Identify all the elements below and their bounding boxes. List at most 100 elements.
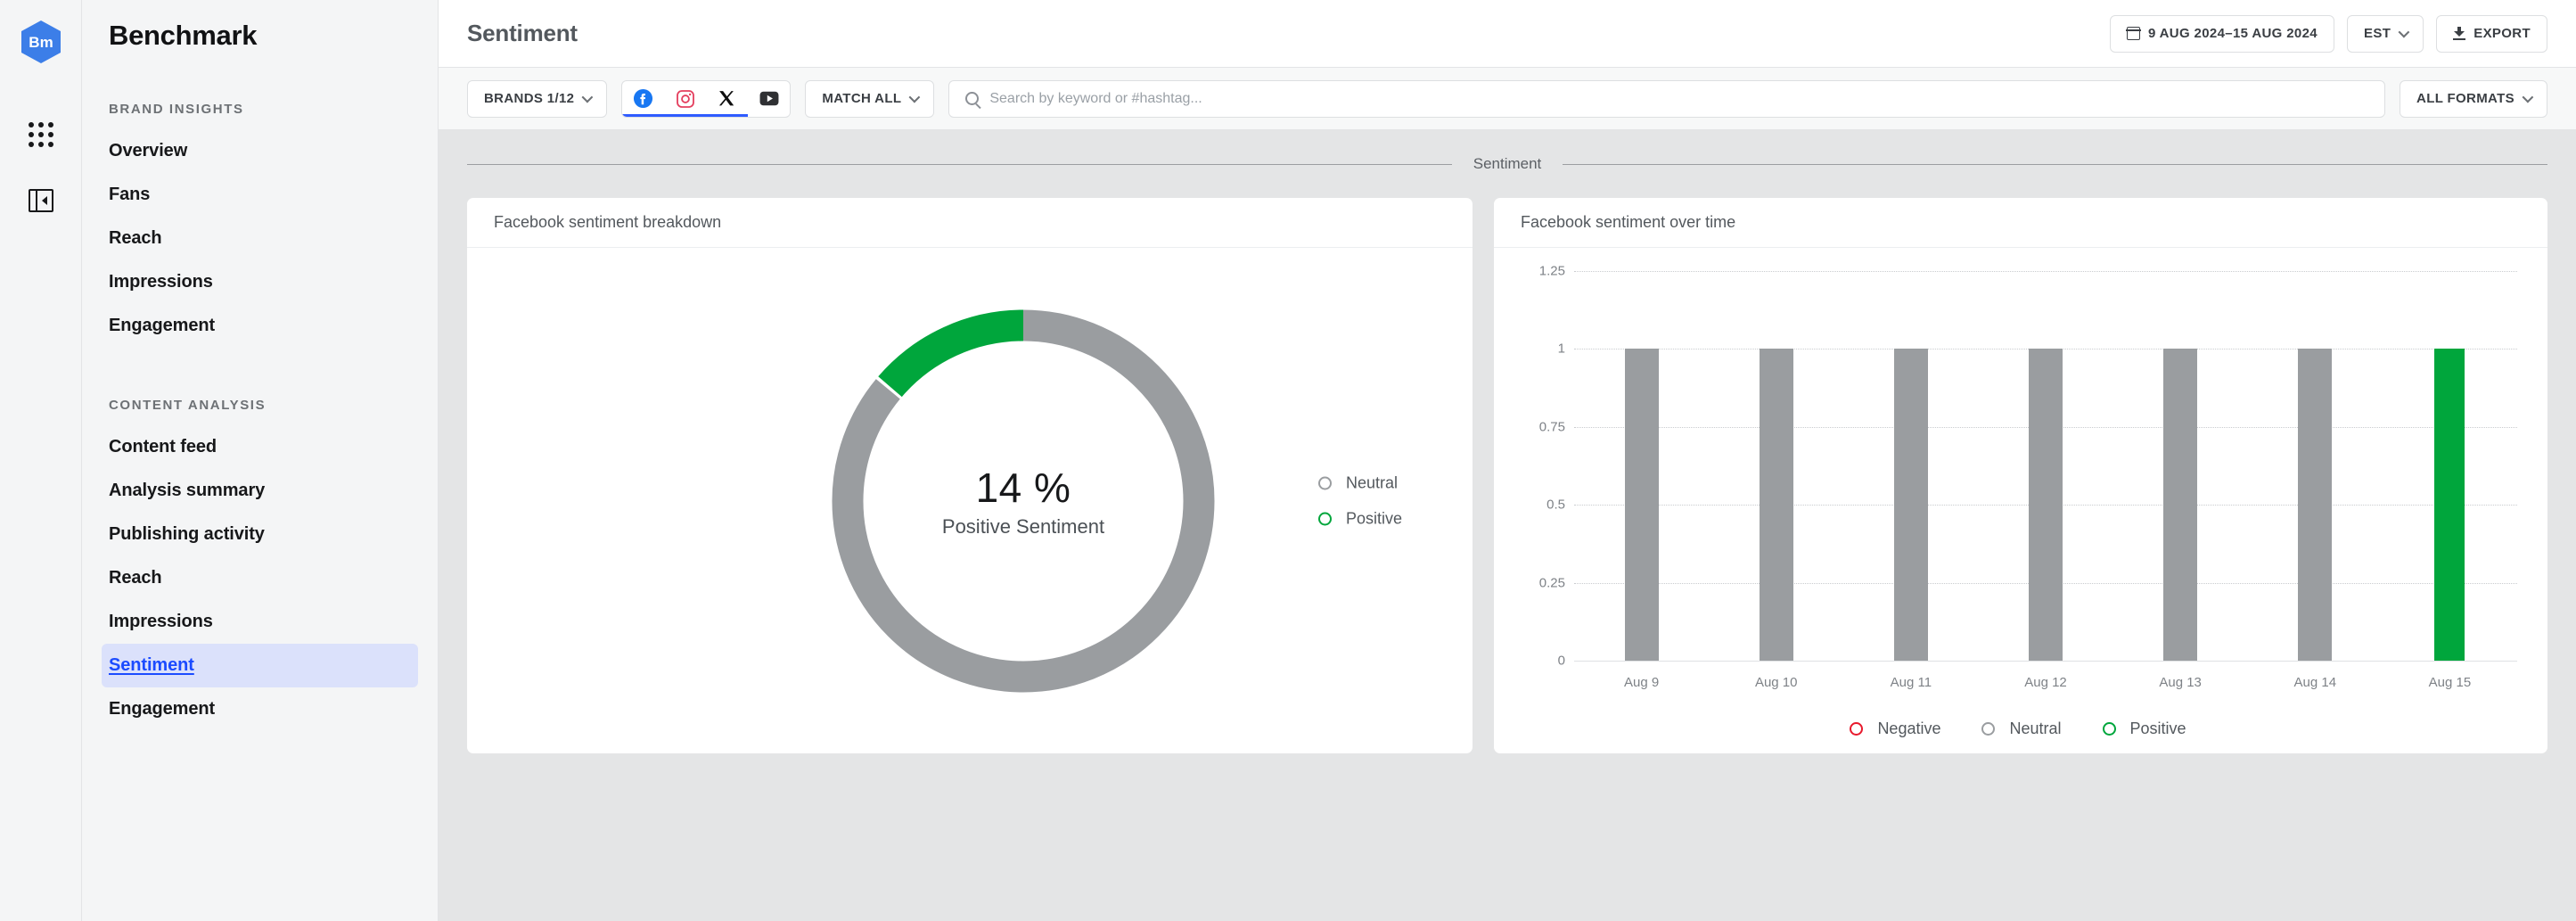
sentiment-breakdown-card: Facebook sentiment breakdown 14 % Positi…: [467, 198, 1473, 753]
nav-section-title-brand-insights: BRAND INSIGHTS: [109, 102, 244, 117]
bar-aug-13: [2163, 349, 2198, 661]
match-mode-select[interactable]: MATCH ALL: [805, 79, 935, 118]
match-mode-label: MATCH ALL: [822, 91, 902, 106]
bar-column[interactable]: [1709, 271, 1843, 661]
donut-center-value: 14 %: [975, 464, 1071, 511]
search-box[interactable]: [948, 79, 2386, 118]
sidebar-item-content-feed[interactable]: Content feed: [102, 425, 418, 469]
brands-filter[interactable]: BRANDS 1/12: [467, 79, 608, 118]
app-root: Bm Benchmark BRAND INSIGHTS Overview Fan…: [0, 0, 2576, 921]
top-bar: Sentiment 9 AUG 2024–15 AUG 2024 EST EXP…: [439, 0, 2576, 68]
collapse-panel-icon[interactable]: [21, 180, 62, 221]
y-tick-label: 0.75: [1538, 419, 1565, 435]
network-instagram-icon[interactable]: [664, 81, 707, 117]
divider-line-left: [467, 163, 1452, 165]
icon-rail: Bm: [0, 0, 82, 921]
chevron-down-icon: [2522, 91, 2534, 103]
sidebar-item-engagement[interactable]: Engagement: [102, 304, 418, 348]
bar-column[interactable]: [2248, 271, 2383, 661]
sidebar-item-impressions[interactable]: Impressions: [102, 260, 418, 304]
x-tick-label: Aug 14: [2293, 674, 2337, 690]
x-tick-label: Aug 11: [1890, 674, 1932, 690]
bar-aug-14: [2298, 349, 2333, 661]
apps-grid-icon[interactable]: [21, 114, 62, 155]
benchmark-logo-icon[interactable]: Bm: [21, 20, 62, 64]
page-title: Sentiment: [467, 20, 578, 46]
chevron-down-icon: [2398, 26, 2410, 38]
bar-aug-12: [2028, 349, 2063, 661]
network-facebook-icon[interactable]: [622, 81, 665, 117]
bar-aug-11: [1893, 349, 1928, 661]
card-title: Facebook sentiment breakdown: [494, 213, 722, 231]
bar-chart-legend: Negative Neutral Positive: [1519, 703, 2517, 753]
legend-label-positive: Positive: [2129, 719, 2186, 737]
card-header: Facebook sentiment over time: [1494, 198, 2547, 248]
legend-label-negative: Negative: [1877, 719, 1941, 737]
chevron-down-icon: [908, 91, 921, 103]
x-tick-label: Aug 15: [2428, 674, 2472, 690]
divider-line-right: [1563, 163, 2548, 165]
sidebar-item-sentiment[interactable]: Sentiment: [102, 644, 418, 687]
y-tick-label: 1.25: [1538, 263, 1565, 279]
sidebar-item-engagement-content[interactable]: Engagement: [102, 687, 418, 731]
legend-item-positive[interactable]: Positive: [1318, 509, 1402, 528]
x-tick-label: Aug 12: [2024, 674, 2067, 690]
legend-item-neutral[interactable]: Neutral: [1318, 473, 1402, 492]
y-tick-label: 0.25: [1538, 575, 1565, 591]
sidebar-item-analysis-summary[interactable]: Analysis summary: [102, 469, 418, 513]
date-range-picker[interactable]: 9 AUG 2024–15 AUG 2024: [2109, 14, 2334, 53]
network-filter-group: [621, 79, 792, 118]
legend-label-positive: Positive: [1346, 509, 1403, 527]
search-input[interactable]: [989, 90, 2369, 107]
donut-chart[interactable]: 14 % Positive Sentiment: [818, 296, 1228, 706]
sidebar-item-reach[interactable]: Reach: [102, 217, 418, 260]
section-divider: Sentiment: [467, 130, 2548, 198]
bar-aug-10: [1759, 349, 1793, 661]
timezone-label: EST: [2363, 26, 2391, 41]
top-bar-actions: 9 AUG 2024–15 AUG 2024 EST EXPORT: [2109, 14, 2547, 53]
y-axis: 1.25 1 0.75 0.5 0.25 0: [1519, 264, 1574, 669]
legend-item-neutral[interactable]: Neutral: [1981, 720, 2062, 738]
bar-column[interactable]: [2113, 271, 2248, 661]
legend-ring-neutral-icon: [1981, 721, 1996, 736]
date-range-label: 9 AUG 2024–15 AUG 2024: [2147, 26, 2318, 41]
logo-text: Bm: [29, 34, 53, 51]
bar-series: [1574, 271, 2517, 661]
formats-filter-label: ALL FORMATS: [2416, 91, 2514, 106]
legend-item-positive[interactable]: Positive: [2102, 719, 2186, 738]
x-tick-label: Aug 10: [1754, 674, 1798, 690]
legend-ring-neutral-icon: [1318, 476, 1332, 489]
export-button[interactable]: EXPORT: [2436, 14, 2547, 53]
sidebar-item-fans[interactable]: Fans: [102, 173, 418, 217]
network-x-twitter-icon[interactable]: [706, 81, 749, 117]
sidebar-item-impressions-content[interactable]: Impressions: [102, 600, 418, 644]
brands-filter-label: BRANDS 1/12: [484, 91, 575, 106]
sentiment-over-time-card: Facebook sentiment over time 1.25 1 0.75…: [1494, 198, 2547, 753]
sidebar-item-reach-content[interactable]: Reach: [102, 556, 418, 600]
timezone-select[interactable]: EST: [2346, 14, 2424, 53]
y-tick-label: 0: [1557, 653, 1565, 669]
brand-title: Benchmark: [109, 20, 258, 51]
bar-aug-15: [2434, 349, 2465, 661]
sidebar-item-overview[interactable]: Overview: [102, 129, 418, 173]
bar-column[interactable]: [1574, 271, 1709, 661]
main-area: Sentiment 9 AUG 2024–15 AUG 2024 EST EXP…: [439, 0, 2576, 921]
bar-column[interactable]: [1843, 271, 1978, 661]
bar-chart-plot: 1.25 1 0.75 0.5 0.25 0: [1519, 264, 2517, 669]
y-tick-label: 0.5: [1546, 497, 1565, 513]
network-youtube-icon[interactable]: [748, 81, 790, 117]
bar-column[interactable]: [2383, 271, 2517, 661]
donut-center-caption: Positive Sentiment: [941, 514, 1105, 538]
bar-column[interactable]: [1978, 271, 2112, 661]
card-header: Facebook sentiment breakdown: [467, 198, 1473, 248]
donut-center-label: 14 % Positive Sentiment: [818, 296, 1228, 706]
legend-item-negative[interactable]: Negative: [1850, 720, 1940, 738]
sidebar-item-publishing-activity[interactable]: Publishing activity: [102, 513, 418, 556]
x-tick-label: Aug 9: [1623, 674, 1660, 690]
legend-ring-positive-icon: [1318, 512, 1332, 525]
search-icon: [965, 92, 980, 105]
legend-ring-positive-icon: [2102, 721, 2116, 736]
download-icon: [2453, 27, 2466, 40]
plot-grid-area: [1574, 271, 2517, 662]
formats-filter[interactable]: ALL FORMATS: [2400, 79, 2547, 118]
